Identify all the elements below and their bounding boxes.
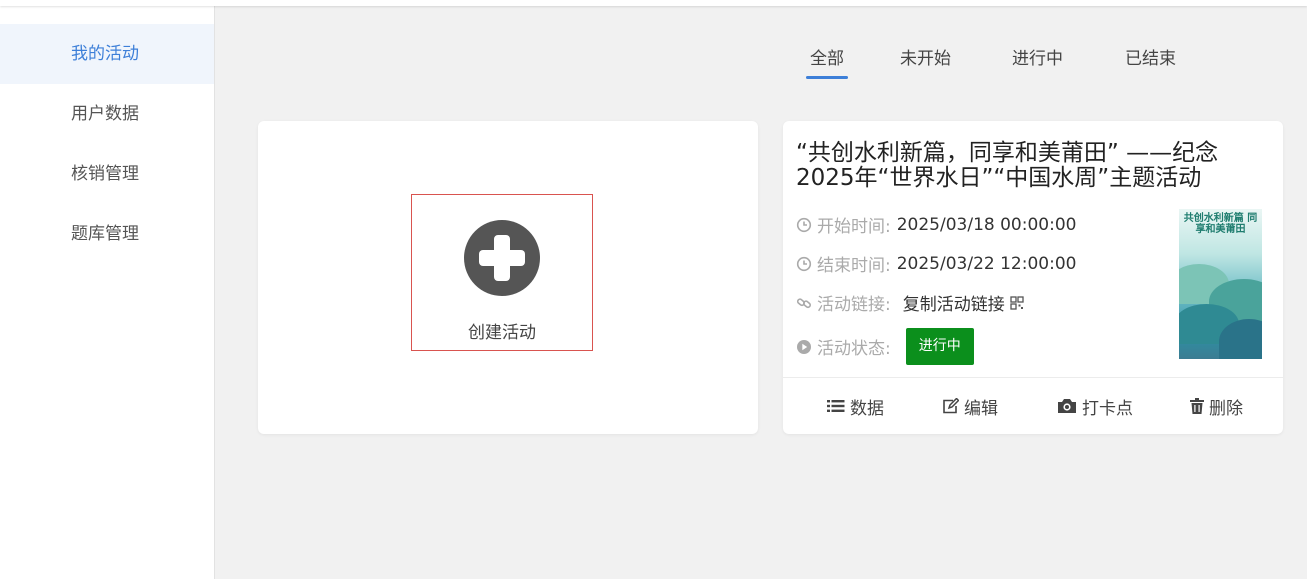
activity-card: “共创水利新篇，同享和美莆田” ——纪念2025年“世界水日”“中国水周”主题活… xyxy=(783,121,1283,434)
activity-link-label: 活动链接: xyxy=(817,295,891,315)
activity-link-row: 活动链接: 复制活动链接 xyxy=(796,290,1024,315)
create-activity-button[interactable]: 创建活动 xyxy=(411,194,593,351)
tab-not-started[interactable]: 未开始 xyxy=(900,40,951,79)
activity-title: “共创水利新篇，同享和美莆田” ——纪念2025年“世界水日”“中国水周”主题活… xyxy=(796,140,1219,191)
start-time-value: 2025/03/18 00:00:00 xyxy=(896,214,1077,235)
create-activity-label: 创建活动 xyxy=(468,323,536,343)
create-activity-card: 创建活动 xyxy=(258,121,758,434)
camera-icon xyxy=(1058,399,1076,413)
sidebar-item-redemption[interactable]: 核销管理 xyxy=(0,144,214,204)
edit-icon xyxy=(943,398,959,414)
play-circle-icon xyxy=(797,339,811,354)
end-time-label: 结束时间: xyxy=(817,256,891,276)
activity-poster-image[interactable]: 共创水利新篇 同享和美莆田 xyxy=(1179,209,1262,359)
top-bar xyxy=(0,0,1307,6)
activity-status-row: 活动状态: 进行中 xyxy=(796,328,974,365)
checkin-point-button-label: 打卡点 xyxy=(1082,398,1133,419)
edit-button-label: 编辑 xyxy=(964,398,998,419)
status-tabs: 全部 未开始 进行中 已结束 xyxy=(806,40,1238,79)
qrcode-icon[interactable] xyxy=(1010,295,1024,310)
start-time-label: 开始时间: xyxy=(817,217,891,237)
clock-icon xyxy=(796,256,812,271)
end-time-row: 结束时间: 2025/03/22 12:00:00 xyxy=(796,251,1076,276)
start-time-row: 开始时间: 2025/03/18 00:00:00 xyxy=(796,212,1076,237)
delete-button-label: 删除 xyxy=(1209,398,1243,419)
activity-status-label: 活动状态: xyxy=(817,339,891,359)
sidebar-item-question-bank[interactable]: 题库管理 xyxy=(0,204,214,264)
plus-circle-icon xyxy=(464,220,540,296)
link-icon xyxy=(796,297,811,308)
trash-icon xyxy=(1190,398,1204,414)
tab-all[interactable]: 全部 xyxy=(806,40,848,79)
list-icon xyxy=(827,400,845,412)
sidebar-item-my-activities[interactable]: 我的活动 xyxy=(0,24,214,84)
data-button[interactable]: 数据 xyxy=(827,394,884,419)
clock-icon xyxy=(796,217,812,232)
tab-in-progress[interactable]: 进行中 xyxy=(1012,40,1063,79)
activity-actions: 数据 编辑 打卡点 删除 xyxy=(783,377,1283,434)
data-button-label: 数据 xyxy=(850,398,884,419)
end-time-value: 2025/03/22 12:00:00 xyxy=(896,253,1077,274)
sidebar: 我的活动 用户数据 核销管理 题库管理 xyxy=(0,0,215,579)
poster-text: 共创水利新篇 同享和美莆田 xyxy=(1183,213,1258,235)
sidebar-item-user-data[interactable]: 用户数据 xyxy=(0,84,214,144)
checkin-point-button[interactable]: 打卡点 xyxy=(1057,394,1133,419)
copy-link-button[interactable]: 复制活动链接 xyxy=(903,290,1005,315)
edit-button[interactable]: 编辑 xyxy=(942,394,998,419)
tab-ended[interactable]: 已结束 xyxy=(1125,40,1176,79)
status-badge[interactable]: 进行中 xyxy=(905,328,974,365)
delete-button[interactable]: 删除 xyxy=(1190,394,1243,419)
